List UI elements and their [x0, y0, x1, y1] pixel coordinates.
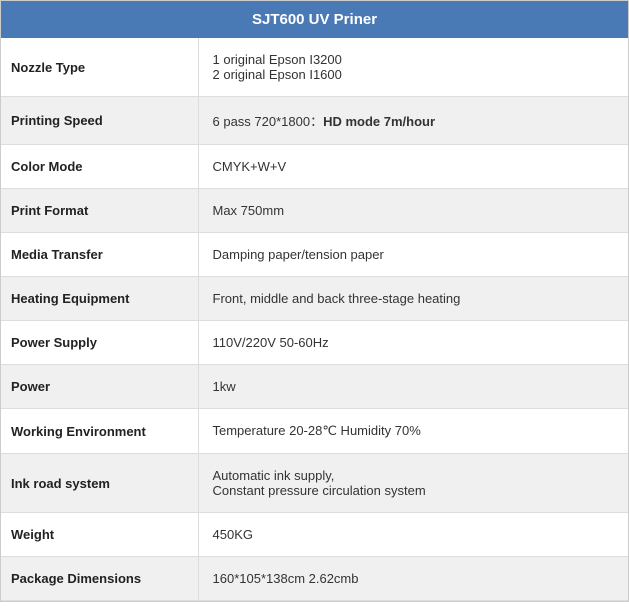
row-value-working-environment: Temperature 20-28℃ Humidity 70%: [198, 409, 628, 454]
table-row: Power Supply110V/220V 50-60Hz: [1, 321, 628, 365]
table-row: Media TransferDamping paper/tension pape…: [1, 233, 628, 277]
table-row: Printing Speed6 pass 720*1800：HD mode 7m…: [1, 97, 628, 145]
row-value-power: 1kw: [198, 365, 628, 409]
row-label-heating-equipment: Heating Equipment: [1, 277, 198, 321]
row-value-color-mode: CMYK+W+V: [198, 145, 628, 189]
row-label-weight: Weight: [1, 513, 198, 557]
row-label-working-environment: Working Environment: [1, 409, 198, 454]
value-line-1: Constant pressure circulation system: [213, 483, 426, 498]
row-label-media-transfer: Media Transfer: [1, 233, 198, 277]
table-row: Print FormatMax 750mm: [1, 189, 628, 233]
table-row: Power1kw: [1, 365, 628, 409]
table-row: Package Dimensions160*105*138cm 2.62cmb: [1, 557, 628, 601]
table-row: Ink road systemAutomatic ink supply,Cons…: [1, 454, 628, 513]
row-value-heating-equipment: Front, middle and back three-stage heati…: [198, 277, 628, 321]
row-label-power: Power: [1, 365, 198, 409]
row-value-print-format: Max 750mm: [198, 189, 628, 233]
value-line-1: 2 original Epson I1600: [213, 67, 342, 82]
row-value-package-dimensions: 160*105*138cm 2.62cmb: [198, 557, 628, 601]
row-value-nozzle-type: 1 original Epson I32002 original Epson I…: [198, 38, 628, 97]
table-row: Color ModeCMYK+W+V: [1, 145, 628, 189]
table-row: Heating EquipmentFront, middle and back …: [1, 277, 628, 321]
row-label-ink-road-system: Ink road system: [1, 454, 198, 513]
row-label-nozzle-type: Nozzle Type: [1, 38, 198, 97]
row-value-weight: 450KG: [198, 513, 628, 557]
row-label-power-supply: Power Supply: [1, 321, 198, 365]
value-line-0: Automatic ink supply,: [213, 468, 335, 483]
value-line-0: 1 original Epson I3200: [213, 52, 342, 67]
printing-speed-bold: HD mode 7m/hour: [323, 114, 435, 129]
row-label-print-format: Print Format: [1, 189, 198, 233]
table-row: Weight450KG: [1, 513, 628, 557]
table-row: Working EnvironmentTemperature 20-28℃ Hu…: [1, 409, 628, 454]
row-value-media-transfer: Damping paper/tension paper: [198, 233, 628, 277]
table-title: SJT600 UV Priner: [1, 1, 628, 38]
row-value-power-supply: 110V/220V 50-60Hz: [198, 321, 628, 365]
table-row: Nozzle Type1 original Epson I32002 origi…: [1, 38, 628, 97]
row-label-package-dimensions: Package Dimensions: [1, 557, 198, 601]
table-header: SJT600 UV Priner: [1, 1, 628, 38]
row-value-ink-road-system: Automatic ink supply,Constant pressure c…: [198, 454, 628, 513]
spec-table: SJT600 UV Priner Nozzle Type1 original E…: [0, 0, 629, 602]
row-value-printing-speed: 6 pass 720*1800：HD mode 7m/hour: [198, 97, 628, 145]
printing-speed-normal: 6 pass 720*1800：: [213, 114, 324, 129]
row-label-color-mode: Color Mode: [1, 145, 198, 189]
row-label-printing-speed: Printing Speed: [1, 97, 198, 145]
